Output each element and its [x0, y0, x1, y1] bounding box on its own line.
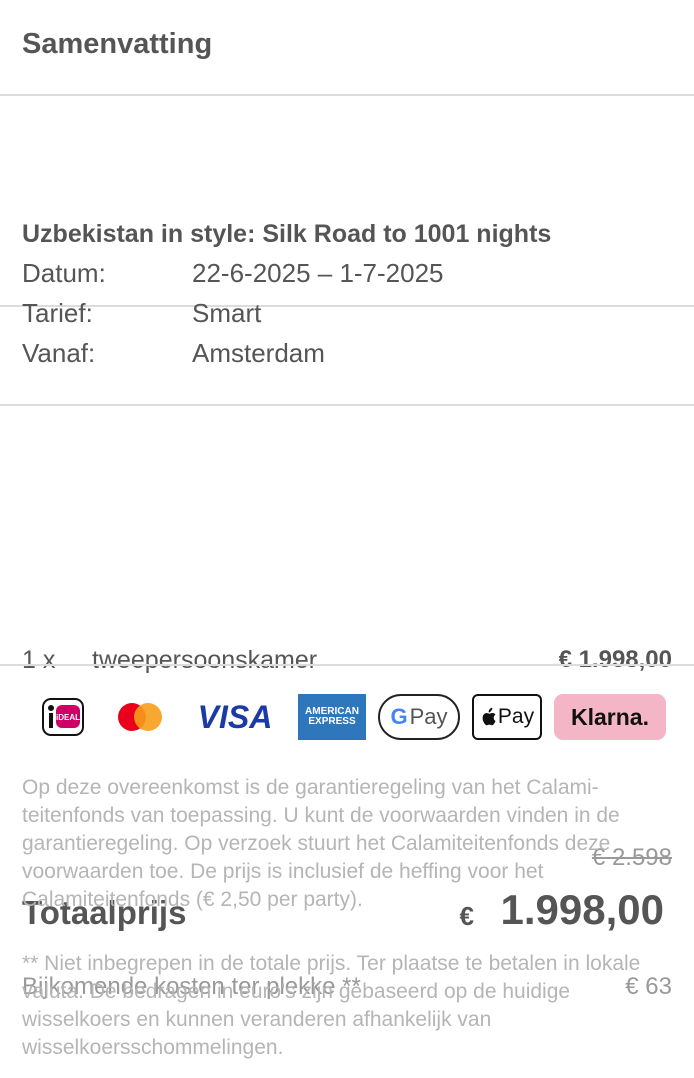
- klarna-icon: Klarna.: [554, 694, 666, 740]
- summary-header: Samenvatting: [0, 0, 694, 96]
- total-section: € 2.598 Totaalprijs € 1.998,00 Bijkomend…: [0, 406, 694, 1000]
- calamiteitenfonds-disclaimer: Op deze overeenkomst is de garantieregel…: [22, 776, 620, 911]
- google-pay-text: Pay: [409, 704, 448, 729]
- google-g: G: [390, 704, 408, 729]
- ideal-text: iDEAL: [56, 713, 80, 722]
- ideal-icon: iDEAL: [40, 694, 86, 740]
- date-value: 22-6-2025 – 1-7-2025: [192, 258, 444, 288]
- date-label: Datum:: [22, 258, 106, 288]
- visa-icon: VISA: [197, 698, 273, 735]
- mastercard-icon: [114, 694, 166, 740]
- page-title: Samenvatting: [22, 28, 213, 60]
- apple-pay-icon: Pay: [472, 694, 542, 740]
- apple-pay-text: Pay: [497, 705, 535, 728]
- date-row: Datum: 22-6-2025 – 1-7-2025: [22, 258, 672, 294]
- google-pay-icon: G Pay: [378, 694, 460, 740]
- room-line: 1 x tweepersoonskamer € 1.998,00: [0, 307, 694, 674]
- amex-icon: AMERICAN EXPRESS: [298, 694, 366, 740]
- payment-methods: iDEAL VISA AMERICAN EXPRESS G Pay Pay Kl…: [40, 694, 670, 744]
- trip-details: Uzbekistan in style: Silk Road to 1001 n…: [0, 96, 694, 368]
- trip-title: Uzbekistan in style: Silk Road to 1001 n…: [22, 220, 552, 248]
- currency-disclaimer: ** Niet inbegrepen in de totale prijs. T…: [22, 952, 641, 1059]
- amex-line2: EXPRESS: [308, 716, 356, 727]
